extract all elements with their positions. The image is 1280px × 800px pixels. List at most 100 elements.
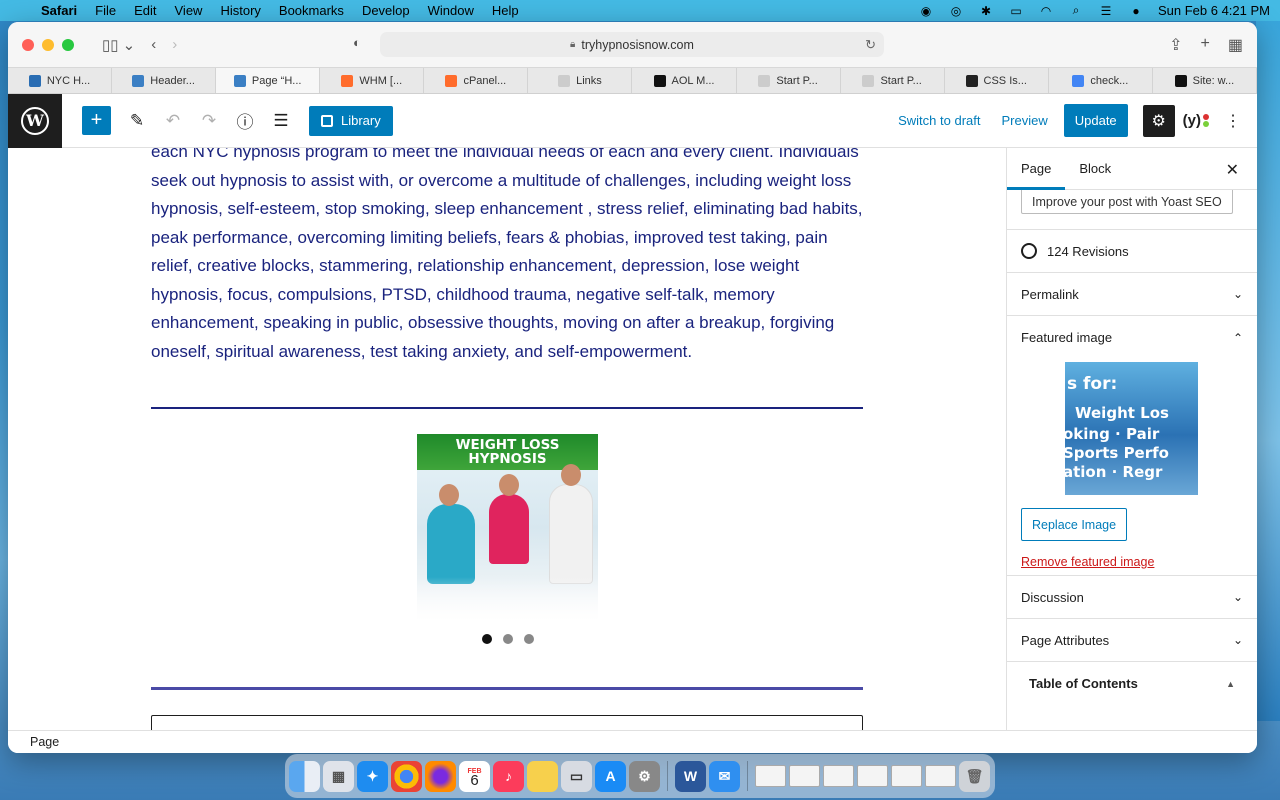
breadcrumb-page[interactable]: Page <box>30 735 59 749</box>
share-icon[interactable]: ⇪ <box>1169 35 1182 55</box>
siri-icon[interactable]: ● <box>1128 4 1144 18</box>
more-options-icon[interactable]: ⋮ <box>1225 111 1241 131</box>
minimized-window-5[interactable] <box>891 765 922 787</box>
weight-loss-slide-image[interactable]: WEIGHT LOSS HYPNOSIS <box>417 434 598 622</box>
close-window-button[interactable] <box>22 38 34 51</box>
content-paragraph[interactable]: each NYC hypnosis program to meet the in… <box>151 148 871 366</box>
library-button[interactable]: Library <box>309 105 393 136</box>
close-sidebar-icon[interactable]: ✕ <box>1226 160 1239 180</box>
remove-featured-image-link[interactable]: Remove featured image <box>1021 555 1154 569</box>
slider-dot-1[interactable] <box>482 634 492 644</box>
wifi-icon[interactable]: ◠ <box>1038 4 1054 18</box>
discussion-panel[interactable]: Discussion ⌄ <box>1007 576 1257 619</box>
chrome-status-icon[interactable]: ◎ <box>948 4 964 18</box>
redo-icon[interactable]: ↷ <box>199 111 219 131</box>
minimized-window-4[interactable] <box>857 765 888 787</box>
control-center-icon[interactable]: ☰ <box>1098 4 1114 18</box>
bluetooth-icon[interactable]: ✱ <box>978 4 994 18</box>
finder-icon[interactable] <box>289 760 320 792</box>
edit-pencil-icon[interactable]: ✎ <box>127 111 147 131</box>
browser-tab[interactable]: check... <box>1049 68 1153 93</box>
tab-overview-icon[interactable]: ▦ <box>1228 35 1243 55</box>
minimized-window-3[interactable] <box>823 765 854 787</box>
menubar-clock[interactable]: Sun Feb 6 4:21 PM <box>1158 3 1270 18</box>
browser-tab[interactable]: CSS Is... <box>945 68 1049 93</box>
menu-app-name[interactable]: Safari <box>41 3 77 18</box>
tab-block[interactable]: Block <box>1065 148 1125 190</box>
slider-dot-2[interactable] <box>503 634 513 644</box>
calendar-icon[interactable]: FEB 6 <box>459 760 490 792</box>
safari-icon[interactable]: ✦ <box>357 760 388 792</box>
trash-icon[interactable]: 🗑︎ <box>959 760 990 792</box>
separator-block-2[interactable] <box>151 687 863 690</box>
selected-block-outline[interactable] <box>151 715 863 730</box>
preview-app-icon[interactable]: ▭ <box>561 760 592 792</box>
slide-person-right <box>549 484 593 584</box>
menu-develop[interactable]: Develop <box>362 3 410 18</box>
menu-help[interactable]: Help <box>492 3 519 18</box>
accessibility-status-icon[interactable]: ◉ <box>918 4 934 18</box>
settings-gear-icon[interactable]: ⚙ <box>1142 104 1175 137</box>
browser-tab[interactable]: AOL M... <box>632 68 737 93</box>
browser-tab[interactable]: cPanel... <box>424 68 529 93</box>
minimized-window-1[interactable] <box>755 765 786 787</box>
launchpad-icon[interactable]: ▦ <box>323 760 354 792</box>
system-preferences-icon[interactable]: ⚙ <box>629 760 660 792</box>
back-arrow-icon[interactable]: ‹ <box>151 36 156 53</box>
tab-page[interactable]: Page <box>1007 148 1065 190</box>
list-view-icon[interactable]: ☰ <box>271 111 291 131</box>
music-icon[interactable]: ♪ <box>493 760 524 792</box>
new-tab-icon[interactable]: + <box>1201 35 1210 55</box>
browser-tab[interactable]: Site: w... <box>1153 68 1257 93</box>
browser-tab[interactable]: WHM [... <box>320 68 425 93</box>
editor-canvas[interactable]: each NYC hypnosis program to meet the in… <box>8 148 1006 730</box>
yoast-improve-button[interactable]: Improve your post with Yoast SEO <box>1021 190 1233 214</box>
firefox-icon[interactable] <box>425 760 456 792</box>
word-icon[interactable]: W <box>675 760 706 792</box>
browser-tab[interactable]: Start P... <box>737 68 841 93</box>
browser-tab[interactable]: Page “H... <box>216 68 321 93</box>
replace-image-button[interactable]: Replace Image <box>1021 508 1128 541</box>
address-bar[interactable]: 🔒︎ tryhypnosisnow.com ↻ <box>380 32 884 57</box>
update-button[interactable]: Update <box>1063 104 1128 137</box>
app-store-icon[interactable]: A <box>595 760 626 792</box>
menu-file[interactable]: File <box>95 3 116 18</box>
mail-icon[interactable]: ✉ <box>709 760 740 792</box>
spotlight-search-icon[interactable]: ⌕ <box>1068 3 1084 18</box>
slider-dot-3[interactable] <box>524 634 534 644</box>
menu-view[interactable]: View <box>175 3 203 18</box>
add-block-button[interactable]: + <box>82 106 111 135</box>
info-icon[interactable]: ⓘ <box>235 108 255 133</box>
menu-window[interactable]: Window <box>428 3 474 18</box>
browser-tab[interactable]: Start P... <box>841 68 945 93</box>
privacy-shield-icon[interactable]: ◐ <box>353 35 361 50</box>
chrome-icon[interactable] <box>391 760 422 792</box>
forward-arrow-icon[interactable]: › <box>172 36 177 53</box>
browser-tab[interactable]: Links <box>528 68 633 93</box>
minimize-window-button[interactable] <box>42 38 54 51</box>
minimized-window-6[interactable] <box>925 765 956 787</box>
table-of-contents-panel[interactable]: Table of Contents ▲ <box>1007 662 1257 705</box>
browser-tab[interactable]: Header... <box>112 68 217 93</box>
undo-icon[interactable]: ↶ <box>163 111 183 131</box>
browser-tab[interactable]: NYC H... <box>8 68 113 93</box>
notes-icon[interactable] <box>527 760 558 792</box>
reload-icon[interactable]: ↻ <box>865 37 876 53</box>
revisions-panel[interactable]: 124 Revisions <box>1007 230 1257 273</box>
page-attributes-panel[interactable]: Page Attributes ⌄ <box>1007 619 1257 662</box>
featured-image-header[interactable]: Featured image ⌃ <box>1021 316 1243 359</box>
minimized-window-2[interactable] <box>789 765 820 787</box>
menu-history[interactable]: History <box>220 3 260 18</box>
preview-button[interactable]: Preview <box>1001 113 1047 128</box>
menu-edit[interactable]: Edit <box>134 3 156 18</box>
sidebar-toggle-icon[interactable]: ▯▯ ⌄ <box>102 36 135 54</box>
yoast-seo-button[interactable]: (y) <box>1183 112 1209 129</box>
featured-image-thumbnail[interactable]: s for: Weight Los oking · Pair Sports Pe… <box>1065 362 1198 495</box>
zoom-window-button[interactable] <box>62 38 74 51</box>
switch-to-draft-button[interactable]: Switch to draft <box>898 113 980 128</box>
wordpress-logo-button[interactable]: W <box>8 93 62 148</box>
permalink-panel[interactable]: Permalink ⌄ <box>1007 273 1257 316</box>
separator-block[interactable] <box>151 407 863 409</box>
battery-icon[interactable]: ▭ <box>1008 4 1024 18</box>
menu-bookmarks[interactable]: Bookmarks <box>279 3 344 18</box>
